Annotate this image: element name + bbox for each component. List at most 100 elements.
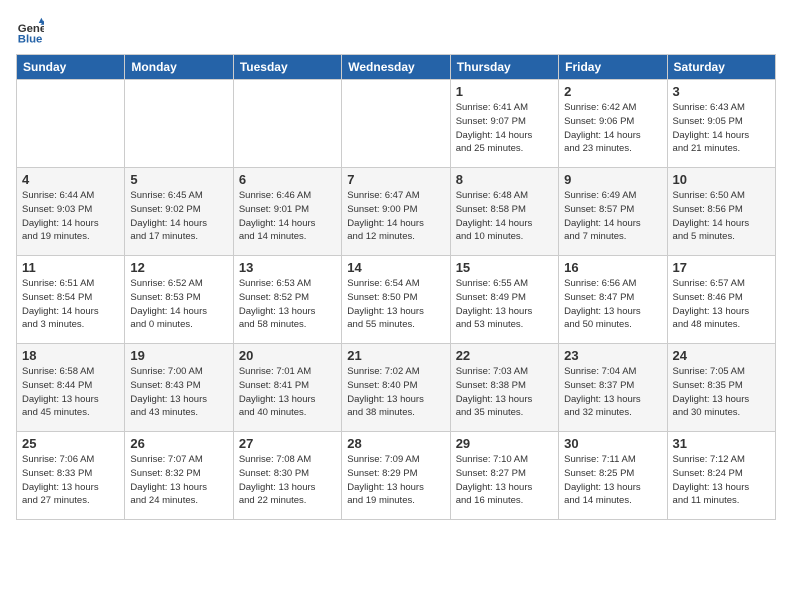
col-header-monday: Monday [125, 55, 233, 80]
day-number: 18 [22, 348, 119, 363]
day-info: Sunrise: 7:07 AM Sunset: 8:32 PM Dayligh… [130, 453, 227, 508]
day-info: Sunrise: 7:11 AM Sunset: 8:25 PM Dayligh… [564, 453, 661, 508]
calendar-cell: 5 Sunrise: 6:45 AM Sunset: 9:02 PM Daylig… [125, 168, 233, 256]
day-number: 19 [130, 348, 227, 363]
day-number: 15 [456, 260, 553, 275]
col-header-friday: Friday [559, 55, 667, 80]
day-number: 9 [564, 172, 661, 187]
day-number: 22 [456, 348, 553, 363]
day-info: Sunrise: 7:08 AM Sunset: 8:30 PM Dayligh… [239, 453, 336, 508]
day-info: Sunrise: 6:41 AM Sunset: 9:07 PM Dayligh… [456, 101, 553, 156]
day-info: Sunrise: 7:02 AM Sunset: 8:40 PM Dayligh… [347, 365, 444, 420]
week-row-1: 1 Sunrise: 6:41 AM Sunset: 9:07 PM Daylig… [17, 80, 776, 168]
page-header: General Blue [16, 16, 776, 44]
day-number: 16 [564, 260, 661, 275]
day-info: Sunrise: 7:10 AM Sunset: 8:27 PM Dayligh… [456, 453, 553, 508]
day-number: 24 [673, 348, 770, 363]
calendar-cell: 13Sunrise: 6:53 AM Sunset: 8:52 PM Dayli… [233, 256, 341, 344]
calendar-cell: 24 Sunrise: 7:05 AM Sunset: 8:35 PM Dayli… [667, 344, 775, 432]
calendar-cell: 20 Sunrise: 7:01 AM Sunset: 8:41 PM Dayli… [233, 344, 341, 432]
day-info: Sunrise: 7:04 AM Sunset: 8:37 PM Dayligh… [564, 365, 661, 420]
day-number: 3 [673, 84, 770, 99]
day-info: Sunrise: 7:01 AM Sunset: 8:41 PM Dayligh… [239, 365, 336, 420]
calendar-cell: 27 Sunrise: 7:08 AM Sunset: 8:30 PM Dayli… [233, 432, 341, 520]
calendar-cell [125, 80, 233, 168]
day-number: 8 [456, 172, 553, 187]
day-info: Sunrise: 6:44 AM Sunset: 9:03 PM Dayligh… [22, 189, 119, 244]
day-number: 26 [130, 436, 227, 451]
calendar-cell: 12Sunrise: 6:52 AM Sunset: 8:53 PM Dayli… [125, 256, 233, 344]
day-info: Sunrise: 6:50 AM Sunset: 8:56 PM Dayligh… [673, 189, 770, 244]
col-header-sunday: Sunday [17, 55, 125, 80]
calendar-cell: 17 Sunrise: 6:57 AM Sunset: 8:46 PM Dayli… [667, 256, 775, 344]
day-number: 5 [130, 172, 227, 187]
col-header-tuesday: Tuesday [233, 55, 341, 80]
day-number: 28 [347, 436, 444, 451]
calendar-cell: 22 Sunrise: 7:03 AM Sunset: 8:38 PM Dayli… [450, 344, 558, 432]
day-number: 17 [673, 260, 770, 275]
calendar-cell: 25 Sunrise: 7:06 AM Sunset: 8:33 PM Dayli… [17, 432, 125, 520]
day-number: 2 [564, 84, 661, 99]
calendar-cell: 9 Sunrise: 6:49 AM Sunset: 8:57 PM Daylig… [559, 168, 667, 256]
calendar-cell: 16 Sunrise: 6:56 AM Sunset: 8:47 PM Dayli… [559, 256, 667, 344]
day-info: Sunrise: 6:48 AM Sunset: 8:58 PM Dayligh… [456, 189, 553, 244]
day-number: 21 [347, 348, 444, 363]
calendar-cell [342, 80, 450, 168]
day-number: 31 [673, 436, 770, 451]
svg-text:Blue: Blue [18, 33, 43, 44]
calendar-cell: 7 Sunrise: 6:47 AM Sunset: 9:00 PM Daylig… [342, 168, 450, 256]
day-number: 11 [22, 260, 119, 275]
week-row-3: 11Sunrise: 6:51 AM Sunset: 8:54 PM Dayli… [17, 256, 776, 344]
calendar-table: SundayMondayTuesdayWednesdayThursdayFrid… [16, 54, 776, 520]
calendar-cell: 1 Sunrise: 6:41 AM Sunset: 9:07 PM Daylig… [450, 80, 558, 168]
calendar-cell [233, 80, 341, 168]
day-number: 12 [130, 260, 227, 275]
day-number: 20 [239, 348, 336, 363]
calendar-cell: 28 Sunrise: 7:09 AM Sunset: 8:29 PM Dayli… [342, 432, 450, 520]
day-number: 29 [456, 436, 553, 451]
day-info: Sunrise: 6:54 AM Sunset: 8:50 PM Dayligh… [347, 277, 444, 332]
day-info: Sunrise: 6:42 AM Sunset: 9:06 PM Dayligh… [564, 101, 661, 156]
day-number: 10 [673, 172, 770, 187]
day-info: Sunrise: 6:49 AM Sunset: 8:57 PM Dayligh… [564, 189, 661, 244]
calendar-cell [17, 80, 125, 168]
calendar-cell: 30Sunrise: 7:11 AM Sunset: 8:25 PM Dayli… [559, 432, 667, 520]
calendar-cell: 4 Sunrise: 6:44 AM Sunset: 9:03 PM Daylig… [17, 168, 125, 256]
day-info: Sunrise: 6:47 AM Sunset: 9:00 PM Dayligh… [347, 189, 444, 244]
calendar-cell: 21 Sunrise: 7:02 AM Sunset: 8:40 PM Dayli… [342, 344, 450, 432]
calendar-cell: 11Sunrise: 6:51 AM Sunset: 8:54 PM Dayli… [17, 256, 125, 344]
day-number: 14 [347, 260, 444, 275]
day-number: 6 [239, 172, 336, 187]
day-info: Sunrise: 7:03 AM Sunset: 8:38 PM Dayligh… [456, 365, 553, 420]
day-number: 1 [456, 84, 553, 99]
calendar-cell: 29 Sunrise: 7:10 AM Sunset: 8:27 PM Dayli… [450, 432, 558, 520]
calendar-cell: 10 Sunrise: 6:50 AM Sunset: 8:56 PM Dayli… [667, 168, 775, 256]
day-number: 23 [564, 348, 661, 363]
week-row-2: 4 Sunrise: 6:44 AM Sunset: 9:03 PM Daylig… [17, 168, 776, 256]
calendar-cell: 26 Sunrise: 7:07 AM Sunset: 8:32 PM Dayli… [125, 432, 233, 520]
calendar-cell: 15Sunrise: 6:55 AM Sunset: 8:49 PM Dayli… [450, 256, 558, 344]
week-row-4: 18Sunrise: 6:58 AM Sunset: 8:44 PM Dayli… [17, 344, 776, 432]
day-info: Sunrise: 7:05 AM Sunset: 8:35 PM Dayligh… [673, 365, 770, 420]
logo-icon: General Blue [16, 16, 44, 44]
day-info: Sunrise: 6:56 AM Sunset: 8:47 PM Dayligh… [564, 277, 661, 332]
day-info: Sunrise: 7:00 AM Sunset: 8:43 PM Dayligh… [130, 365, 227, 420]
day-info: Sunrise: 6:43 AM Sunset: 9:05 PM Dayligh… [673, 101, 770, 156]
day-number: 4 [22, 172, 119, 187]
day-info: Sunrise: 6:46 AM Sunset: 9:01 PM Dayligh… [239, 189, 336, 244]
calendar-cell: 8 Sunrise: 6:48 AM Sunset: 8:58 PM Daylig… [450, 168, 558, 256]
calendar-cell: 14 Sunrise: 6:54 AM Sunset: 8:50 PM Dayli… [342, 256, 450, 344]
day-number: 7 [347, 172, 444, 187]
day-info: Sunrise: 7:06 AM Sunset: 8:33 PM Dayligh… [22, 453, 119, 508]
day-info: Sunrise: 7:09 AM Sunset: 8:29 PM Dayligh… [347, 453, 444, 508]
day-number: 27 [239, 436, 336, 451]
calendar-cell: 18Sunrise: 6:58 AM Sunset: 8:44 PM Dayli… [17, 344, 125, 432]
day-info: Sunrise: 6:57 AM Sunset: 8:46 PM Dayligh… [673, 277, 770, 332]
day-info: Sunrise: 6:45 AM Sunset: 9:02 PM Dayligh… [130, 189, 227, 244]
day-number: 25 [22, 436, 119, 451]
calendar-cell: 23 Sunrise: 7:04 AM Sunset: 8:37 PM Dayli… [559, 344, 667, 432]
week-row-5: 25 Sunrise: 7:06 AM Sunset: 8:33 PM Dayli… [17, 432, 776, 520]
calendar-cell: 2 Sunrise: 6:42 AM Sunset: 9:06 PM Daylig… [559, 80, 667, 168]
day-number: 13 [239, 260, 336, 275]
col-header-wednesday: Wednesday [342, 55, 450, 80]
